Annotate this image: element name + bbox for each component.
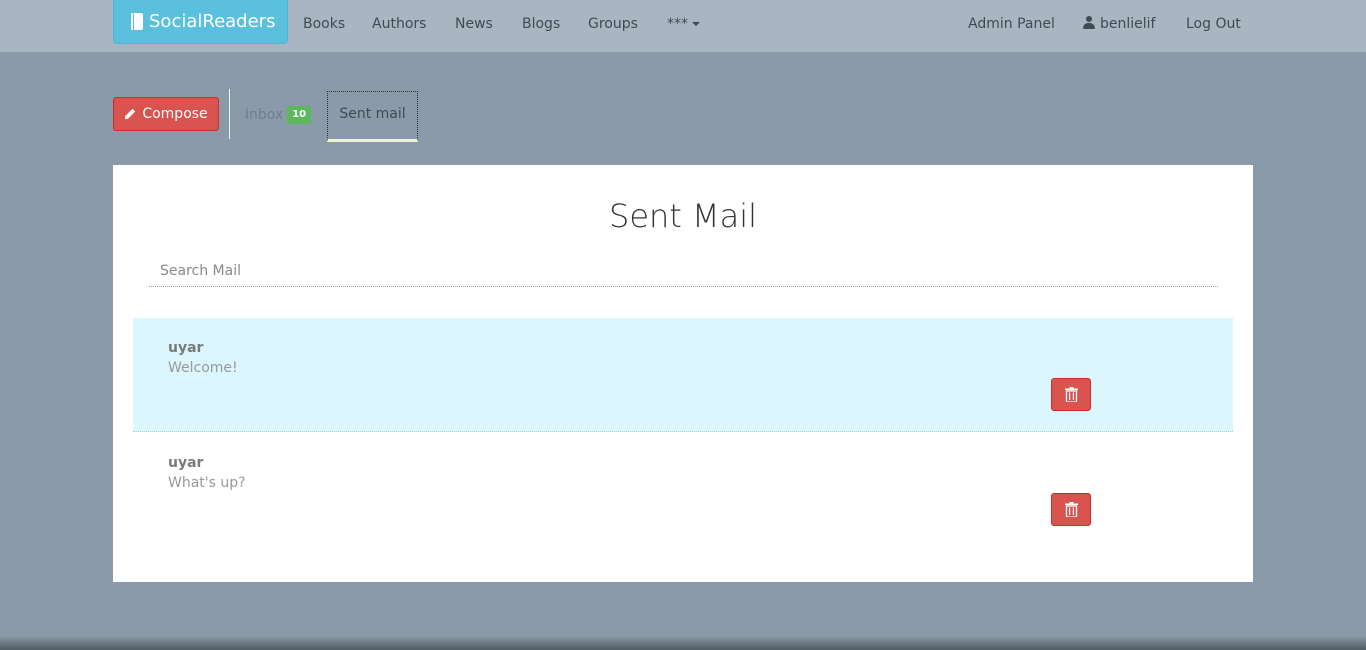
top-navbar: SocialReaders Books Authors News Blogs G… xyxy=(0,0,1366,52)
brand-name: SocialReaders xyxy=(149,10,276,32)
chevron-down-icon xyxy=(692,22,700,26)
search-mail-input[interactable] xyxy=(149,256,1218,287)
delete-mail-button[interactable] xyxy=(1051,378,1091,411)
compose-button[interactable]: Compose xyxy=(113,97,219,131)
username-label: benlielif xyxy=(1100,16,1156,32)
user-icon xyxy=(1083,16,1095,29)
nav-authors[interactable]: Authors xyxy=(372,0,426,48)
nav-blogs[interactable]: Blogs xyxy=(522,0,560,48)
trash-icon xyxy=(1064,387,1078,402)
book-icon xyxy=(131,13,143,30)
nav-logout[interactable]: Log Out xyxy=(1186,0,1241,48)
nav-more-dropdown[interactable]: *** xyxy=(667,0,700,48)
nav-user-profile[interactable]: benlielif xyxy=(1083,0,1155,48)
inbox-count-badge: 10 xyxy=(287,106,312,124)
nav-admin-panel[interactable]: Admin Panel xyxy=(968,0,1055,48)
nav-more-label: *** xyxy=(667,16,688,32)
mail-recipient: uyar xyxy=(168,340,204,356)
page-title: Sent Mail xyxy=(609,197,757,235)
brand-logo-link[interactable]: SocialReaders xyxy=(113,0,288,44)
mail-subject: What's up? xyxy=(168,475,246,491)
footer-shadow xyxy=(0,636,1366,650)
nav-groups[interactable]: Groups xyxy=(588,0,638,48)
tab-inbox-label: Inbox xyxy=(244,107,284,123)
mail-subject: Welcome! xyxy=(168,360,238,376)
mail-recipient: uyar xyxy=(168,455,204,471)
pencil-icon xyxy=(125,108,136,120)
tab-inbox[interactable]: Inbox 10 xyxy=(235,93,321,137)
mail-list-item[interactable]: uyar Welcome! xyxy=(133,318,1233,432)
tab-sent-mail[interactable]: Sent mail xyxy=(327,91,418,142)
tab-divider xyxy=(229,89,230,139)
delete-mail-button[interactable] xyxy=(1051,493,1091,526)
mail-list-item[interactable]: uyar What's up? xyxy=(133,433,1233,547)
compose-label: Compose xyxy=(142,106,208,122)
nav-news[interactable]: News xyxy=(455,0,493,48)
nav-books[interactable]: Books xyxy=(303,0,345,48)
trash-icon xyxy=(1064,502,1078,517)
